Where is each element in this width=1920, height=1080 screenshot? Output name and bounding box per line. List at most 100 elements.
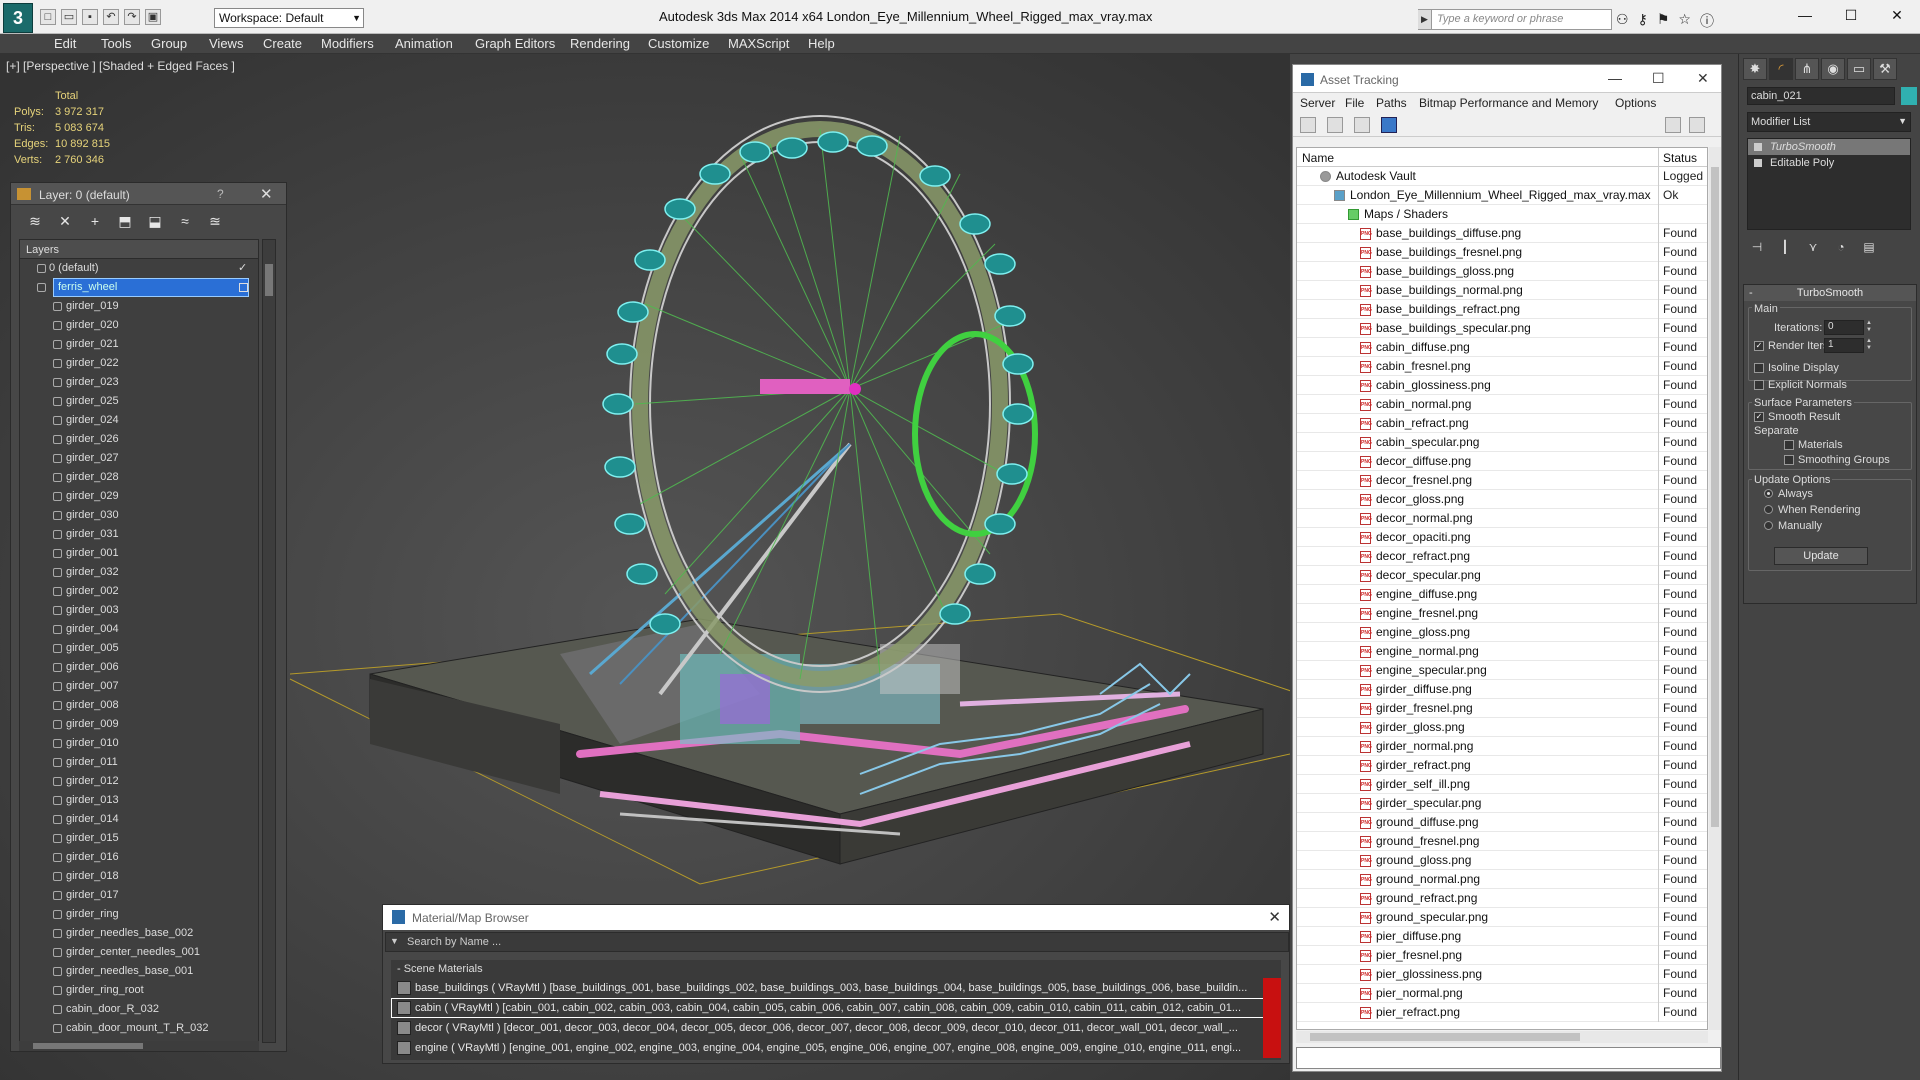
project-folder-icon[interactable]: ▣ bbox=[145, 9, 161, 25]
scrollbar-thumb[interactable] bbox=[265, 264, 273, 296]
layer-vertical-scrollbar[interactable] bbox=[262, 239, 276, 1043]
menu-views[interactable]: Views bbox=[209, 36, 243, 51]
asset-row[interactable]: PNG girder_normal.png Found bbox=[1297, 737, 1707, 756]
menu-graph-editors[interactable]: Graph Editors bbox=[475, 36, 555, 51]
asset-row[interactable]: PNG engine_normal.png Found bbox=[1297, 642, 1707, 661]
materials-checkbox[interactable] bbox=[1784, 440, 1794, 450]
add-selection-icon[interactable]: ⬒ bbox=[115, 213, 135, 229]
menu-rendering[interactable]: Rendering bbox=[570, 36, 630, 51]
asset-row[interactable]: PNG girder_specular.png Found bbox=[1297, 794, 1707, 813]
layer-row[interactable]: girder_030 bbox=[20, 506, 258, 525]
asset-row[interactable]: PNG base_buildings_gloss.png Found bbox=[1297, 262, 1707, 281]
asset-row[interactable]: PNG pier_glossiness.png Found bbox=[1297, 965, 1707, 984]
column-status[interactable]: Status bbox=[1663, 151, 1697, 165]
layer-row[interactable]: ferris_wheel bbox=[20, 278, 258, 297]
expand-icon[interactable] bbox=[1754, 159, 1762, 167]
help-icon[interactable] bbox=[1665, 117, 1681, 133]
add-layer-icon[interactable]: + bbox=[85, 213, 105, 229]
layer-row[interactable]: girder_026 bbox=[20, 430, 258, 449]
asset-row[interactable]: PNG pier_refract.png Found bbox=[1297, 1003, 1707, 1022]
motion-tab-icon[interactable]: ◉ bbox=[1821, 58, 1845, 80]
asset-row[interactable]: PNG ground_diffuse.png Found bbox=[1297, 813, 1707, 832]
asset-row[interactable]: PNG ground_fresnel.png Found bbox=[1297, 832, 1707, 851]
layer-row[interactable]: girder_012 bbox=[20, 772, 258, 791]
asset-row[interactable]: PNG engine_diffuse.png Found bbox=[1297, 585, 1707, 604]
refresh-icon[interactable] bbox=[1300, 117, 1316, 133]
binoculars-icon[interactable]: ⚇ bbox=[1616, 11, 1629, 31]
material-browser-titlebar[interactable]: Material/Map Browser ✕ bbox=[383, 905, 1289, 930]
bulb-icon[interactable] bbox=[1754, 143, 1762, 151]
asset-row[interactable]: PNG decor_normal.png Found bbox=[1297, 509, 1707, 528]
redo-icon[interactable]: ↷ bbox=[124, 9, 140, 25]
delete-layer-icon[interactable]: ✕ bbox=[55, 213, 75, 229]
stack-item-turbosmooth[interactable]: TurboSmooth bbox=[1748, 139, 1910, 155]
asset-row[interactable]: PNG cabin_specular.png Found bbox=[1297, 433, 1707, 452]
layer-row[interactable]: girder_029 bbox=[20, 487, 258, 506]
asset-row[interactable]: PNG pier_diffuse.png Found bbox=[1297, 927, 1707, 946]
layer-row[interactable]: girder_024 bbox=[20, 411, 258, 430]
menu-edit[interactable]: Edit bbox=[54, 36, 76, 51]
layer-row[interactable]: girder_031 bbox=[20, 525, 258, 544]
asset-horizontal-scrollbar[interactable] bbox=[1296, 1031, 1708, 1043]
layer-row[interactable]: girder_025 bbox=[20, 392, 258, 411]
menu-server[interactable]: Server bbox=[1300, 96, 1335, 110]
material-search-input[interactable]: ▼ Search by Name ... bbox=[385, 932, 1289, 952]
asset-row[interactable]: PNG cabin_refract.png Found bbox=[1297, 414, 1707, 433]
asset-row[interactable]: PNG cabin_fresnel.png Found bbox=[1297, 357, 1707, 376]
asset-row[interactable]: PNG base_buildings_normal.png Found bbox=[1297, 281, 1707, 300]
layer-row[interactable]: cabin_door_R_032 bbox=[20, 1000, 258, 1019]
stack-item-editable-poly[interactable]: Editable Poly bbox=[1748, 155, 1910, 171]
object-color-swatch[interactable] bbox=[1901, 87, 1917, 105]
layer-row[interactable]: girder_022 bbox=[20, 354, 258, 373]
smoothing-groups-checkbox[interactable] bbox=[1784, 455, 1794, 465]
open-file-icon[interactable]: ▭ bbox=[61, 9, 77, 25]
asset-row[interactable]: London_Eye_Millennium_Wheel_Rigged_max_v… bbox=[1297, 186, 1707, 205]
layer-row[interactable]: girder_002 bbox=[20, 582, 258, 601]
scene-materials-header[interactable]: - Scene Materials bbox=[391, 960, 1281, 978]
communication-icon[interactable]: ⚑ bbox=[1657, 11, 1670, 31]
asset-row[interactable]: PNG girder_fresnel.png Found bbox=[1297, 699, 1707, 718]
star-icon[interactable]: ☆ bbox=[1678, 11, 1691, 31]
asset-row[interactable]: PNG pier_fresnel.png Found bbox=[1297, 946, 1707, 965]
layer-row[interactable]: girder_needles_base_002 bbox=[20, 924, 258, 943]
asset-row[interactable]: PNG cabin_glossiness.png Found bbox=[1297, 376, 1707, 395]
modify-tab-icon[interactable]: ◜ bbox=[1769, 58, 1793, 80]
asset-row[interactable]: PNG decor_fresnel.png Found bbox=[1297, 471, 1707, 490]
hide-layers-icon[interactable]: ≊ bbox=[205, 213, 225, 229]
show-end-result-icon[interactable]: ┃ bbox=[1777, 240, 1793, 258]
material-item[interactable]: cabin ( VRayMtl ) [cabin_001, cabin_002,… bbox=[391, 998, 1281, 1018]
layer-row[interactable]: 0 (default) ✓ bbox=[20, 259, 258, 278]
asset-row[interactable]: PNG ground_normal.png Found bbox=[1297, 870, 1707, 889]
when-rendering-radio[interactable] bbox=[1764, 505, 1773, 514]
asset-row[interactable]: PNG pier_normal.png Found bbox=[1297, 984, 1707, 1003]
layer-row[interactable]: girder_019 bbox=[20, 297, 258, 316]
app-logo-button[interactable]: 3 bbox=[3, 3, 33, 33]
asset-row[interactable]: PNG base_buildings_diffuse.png Found bbox=[1297, 224, 1707, 243]
configure-sets-icon[interactable]: ▤ bbox=[1861, 240, 1877, 258]
hierarchy-tab-icon[interactable]: ⋔ bbox=[1795, 58, 1819, 80]
asset-row[interactable]: PNG engine_fresnel.png Found bbox=[1297, 604, 1707, 623]
asset-row[interactable]: PNG base_buildings_refract.png Found bbox=[1297, 300, 1707, 319]
make-unique-icon[interactable]: ⋎ bbox=[1805, 240, 1821, 258]
menu-group[interactable]: Group bbox=[151, 36, 187, 51]
material-item[interactable]: decor ( VRayMtl ) [decor_001, decor_003,… bbox=[391, 1018, 1281, 1038]
viewport-label[interactable]: [+] [Perspective ] [Shaded + Edged Faces… bbox=[6, 59, 235, 73]
layer-panel-close-button[interactable]: ✕ bbox=[260, 185, 273, 203]
layer-row[interactable]: girder_009 bbox=[20, 715, 258, 734]
asset-row[interactable]: PNG girder_self_ill.png Found bbox=[1297, 775, 1707, 794]
layer-row[interactable]: girder_ring_root bbox=[20, 981, 258, 1000]
asset-row[interactable]: PNG cabin_diffuse.png Found bbox=[1297, 338, 1707, 357]
menu-animation[interactable]: Animation bbox=[395, 36, 453, 51]
asset-row[interactable]: PNG decor_opaciti.png Found bbox=[1297, 528, 1707, 547]
search-input[interactable]: ▶ Type a keyword or phrase bbox=[1418, 9, 1612, 30]
remove-modifier-icon[interactable]: ◔ bbox=[1833, 240, 1849, 258]
menu-customize[interactable]: Customize bbox=[648, 36, 709, 51]
spinner-arrows-icon[interactable]: ▲ ▼ bbox=[1866, 338, 1874, 353]
thumbnail-view-icon[interactable] bbox=[1354, 117, 1370, 133]
layer-row[interactable]: girder_016 bbox=[20, 848, 258, 867]
utilities-tab-icon[interactable]: ⚒ bbox=[1873, 58, 1897, 80]
layer-row[interactable]: girder_003 bbox=[20, 601, 258, 620]
material-item[interactable]: base_buildings ( VRayMtl ) [base_buildin… bbox=[391, 978, 1281, 998]
menu-file[interactable]: File bbox=[1345, 96, 1364, 110]
asset-row[interactable]: PNG ground_gloss.png Found bbox=[1297, 851, 1707, 870]
